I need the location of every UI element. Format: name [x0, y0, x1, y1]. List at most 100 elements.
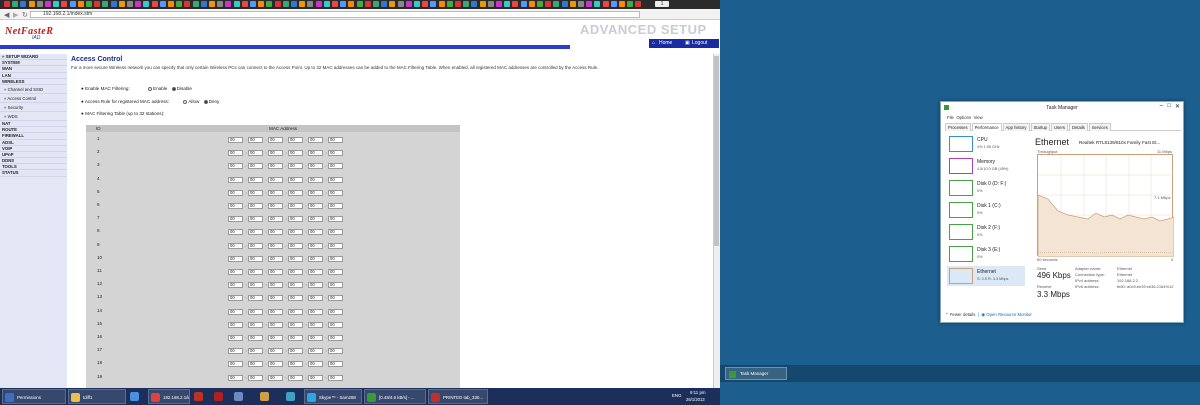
mac-octet-input[interactable]: 00	[268, 361, 283, 368]
mac-octet-input[interactable]: 00	[228, 348, 243, 355]
chevron-up-icon[interactable]: ⌃	[945, 312, 949, 317]
sidebar-item-access-control[interactable]: » Access Control	[0, 94, 67, 103]
mac-octet-input[interactable]: 00	[248, 348, 263, 355]
mac-octet-input[interactable]: 00	[228, 242, 243, 249]
browser-tab[interactable]	[151, 1, 158, 7]
taskbar-item[interactable]	[258, 389, 282, 404]
mac-octet-input[interactable]: 00	[328, 374, 343, 381]
taskbar-item[interactable]: PRINTED tab_330...	[428, 389, 488, 404]
mac-octet-input[interactable]: 00	[328, 216, 343, 223]
mac-octet-input[interactable]: 00	[228, 150, 243, 157]
mac-octet-input[interactable]: 00	[268, 308, 283, 315]
browser-tab[interactable]	[291, 1, 297, 7]
mac-octet-input[interactable]: 00	[228, 374, 243, 381]
browser-tab[interactable]	[258, 1, 265, 7]
url-input[interactable]: 192.168.2.1/index.stm	[30, 11, 640, 18]
browser-tab[interactable]	[241, 1, 248, 7]
mac-octet-input[interactable]: 00	[308, 137, 323, 143]
browser-tab[interactable]	[414, 1, 420, 7]
browser-tab[interactable]	[446, 1, 453, 7]
mac-octet-input[interactable]: 00	[268, 255, 283, 262]
clock-date[interactable]: 26/1/2013	[686, 397, 705, 402]
browser-tab[interactable]	[635, 1, 642, 7]
mac-octet-input[interactable]: 00	[308, 269, 323, 275]
mac-octet-input[interactable]: 00	[288, 137, 303, 143]
mac-octet-input[interactable]: 00	[288, 216, 303, 223]
sidebar-item-status[interactable]: STATUS	[0, 170, 67, 177]
browser-tab[interactable]	[463, 1, 470, 7]
taskbar-item[interactable]	[232, 389, 256, 404]
browser-tab[interactable]	[28, 1, 35, 7]
browser-tab[interactable]	[610, 1, 617, 7]
mac-octet-input[interactable]: 00	[228, 176, 243, 183]
mac-octet-input[interactable]: 00	[288, 189, 303, 196]
mac-octet-input[interactable]: 00	[268, 335, 283, 341]
mac-octet-input[interactable]: 00	[228, 282, 243, 289]
taskbar-item[interactable]	[284, 389, 302, 404]
browser-tab[interactable]	[512, 1, 519, 7]
browser-tab[interactable]	[455, 1, 461, 7]
mac-octet-input[interactable]: 00	[228, 295, 243, 302]
mac-octet-input[interactable]: 00	[228, 361, 243, 368]
sidebar-item-wds[interactable]: » WDS	[0, 112, 67, 121]
browser-tab[interactable]	[586, 1, 593, 7]
browser-tab[interactable]	[619, 1, 625, 7]
mac-octet-input[interactable]: 00	[288, 374, 303, 381]
browser-tab[interactable]	[348, 1, 355, 7]
mac-octet-input[interactable]: 00	[288, 348, 303, 355]
browser-tab[interactable]	[438, 1, 445, 7]
mac-octet-input[interactable]: 00	[308, 295, 323, 302]
mac-octet-input[interactable]: 00	[268, 203, 283, 209]
mac-octet-input[interactable]: 00	[308, 321, 323, 328]
browser-tab[interactable]	[381, 1, 388, 7]
tab-app-history[interactable]: App history	[1002, 123, 1030, 131]
browser-tab[interactable]	[94, 1, 101, 7]
browser-tab[interactable]	[118, 1, 125, 7]
browser-tab[interactable]	[143, 1, 150, 7]
mac-octet-input[interactable]: 00	[268, 176, 283, 183]
mac-octet-input[interactable]: 00	[228, 189, 243, 196]
mac-octet-input[interactable]: 00	[248, 269, 263, 275]
browser-tab[interactable]	[4, 1, 10, 7]
mac-octet-input[interactable]: 00	[228, 229, 243, 236]
browser-tab[interactable]	[504, 1, 511, 7]
resource-item[interactable]: CPU 4% 1.95 GHz	[947, 134, 1025, 154]
mac-octet-input[interactable]: 00	[248, 137, 263, 143]
reload-icon[interactable]: ↻	[22, 11, 28, 19]
active-tab[interactable]: 1	[655, 1, 669, 7]
home-link[interactable]: Home	[659, 39, 672, 48]
mac-octet-input[interactable]: 00	[248, 189, 263, 196]
browser-tab[interactable]	[20, 1, 27, 7]
browser-tab[interactable]	[176, 1, 183, 7]
browser-tab[interactable]	[578, 1, 584, 7]
browser-tab[interactable]	[397, 1, 404, 7]
menu-view[interactable]: View	[974, 115, 983, 120]
mac-octet-input[interactable]: 00	[308, 216, 323, 223]
taskbar-item[interactable]	[128, 389, 146, 404]
mac-octet-input[interactable]: 00	[248, 242, 263, 249]
browser-tab[interactable]	[192, 1, 199, 7]
mac-octet-input[interactable]: 00	[248, 308, 263, 315]
mac-octet-input[interactable]: 00	[308, 255, 323, 262]
mac-octet-input[interactable]: 00	[308, 189, 323, 196]
browser-tab[interactable]	[168, 1, 174, 7]
scrollbar-thumb[interactable]	[714, 56, 719, 246]
tab-processes[interactable]: Processes	[945, 123, 971, 131]
resource-monitor-link[interactable]: Open Resource Monitor	[986, 312, 1032, 317]
browser-tab[interactable]	[340, 1, 347, 7]
mac-octet-input[interactable]: 00	[248, 335, 263, 341]
resource-item[interactable]: Disk 1 (C:) 0%	[947, 200, 1025, 220]
browser-tab[interactable]	[225, 1, 232, 7]
mac-octet-input[interactable]: 00	[248, 163, 263, 170]
browser-tab[interactable]	[553, 1, 560, 7]
browser-tab[interactable]	[266, 1, 273, 7]
browser-tab[interactable]	[69, 1, 76, 7]
browser-tab[interactable]	[561, 1, 568, 7]
browser-tab[interactable]	[496, 1, 502, 7]
mac-octet-input[interactable]: 00	[288, 150, 303, 157]
browser-tab[interactable]	[405, 1, 412, 7]
browser-tab[interactable]	[77, 1, 84, 7]
mac-octet-input[interactable]: 00	[288, 282, 303, 289]
mac-octet-input[interactable]: 00	[248, 203, 263, 209]
browser-tab[interactable]	[299, 1, 306, 7]
